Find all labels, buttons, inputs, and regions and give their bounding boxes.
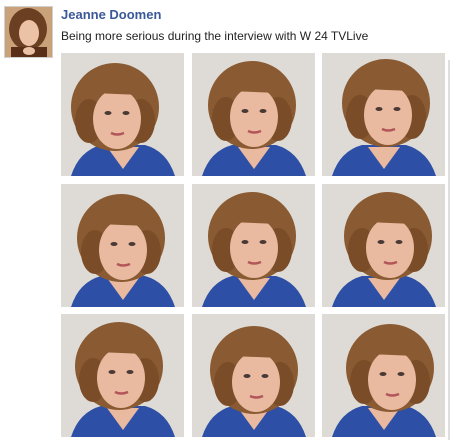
portrait-image	[192, 53, 315, 176]
photo-4[interactable]	[61, 184, 184, 307]
portrait-image	[61, 314, 184, 437]
photo-7[interactable]	[61, 314, 184, 437]
photo-5[interactable]	[192, 184, 315, 307]
profile-avatar[interactable]	[4, 6, 53, 58]
portrait-image	[322, 314, 445, 437]
photo-1[interactable]	[61, 53, 184, 176]
photo-9[interactable]	[322, 314, 445, 437]
portrait-image	[192, 184, 315, 307]
photo-6[interactable]	[322, 184, 445, 307]
portrait-image	[192, 314, 315, 437]
photo-grid	[61, 53, 447, 438]
portrait-image	[322, 53, 445, 176]
photo-2[interactable]	[192, 53, 315, 176]
portrait-image	[322, 184, 445, 307]
portrait-image	[61, 53, 184, 176]
portrait-image	[61, 184, 184, 307]
post-message: Being more serious during the interview …	[61, 29, 369, 43]
photo-3[interactable]	[322, 53, 445, 176]
photo-8[interactable]	[192, 314, 315, 437]
author-name-link[interactable]: Jeanne Doomen	[61, 6, 161, 23]
